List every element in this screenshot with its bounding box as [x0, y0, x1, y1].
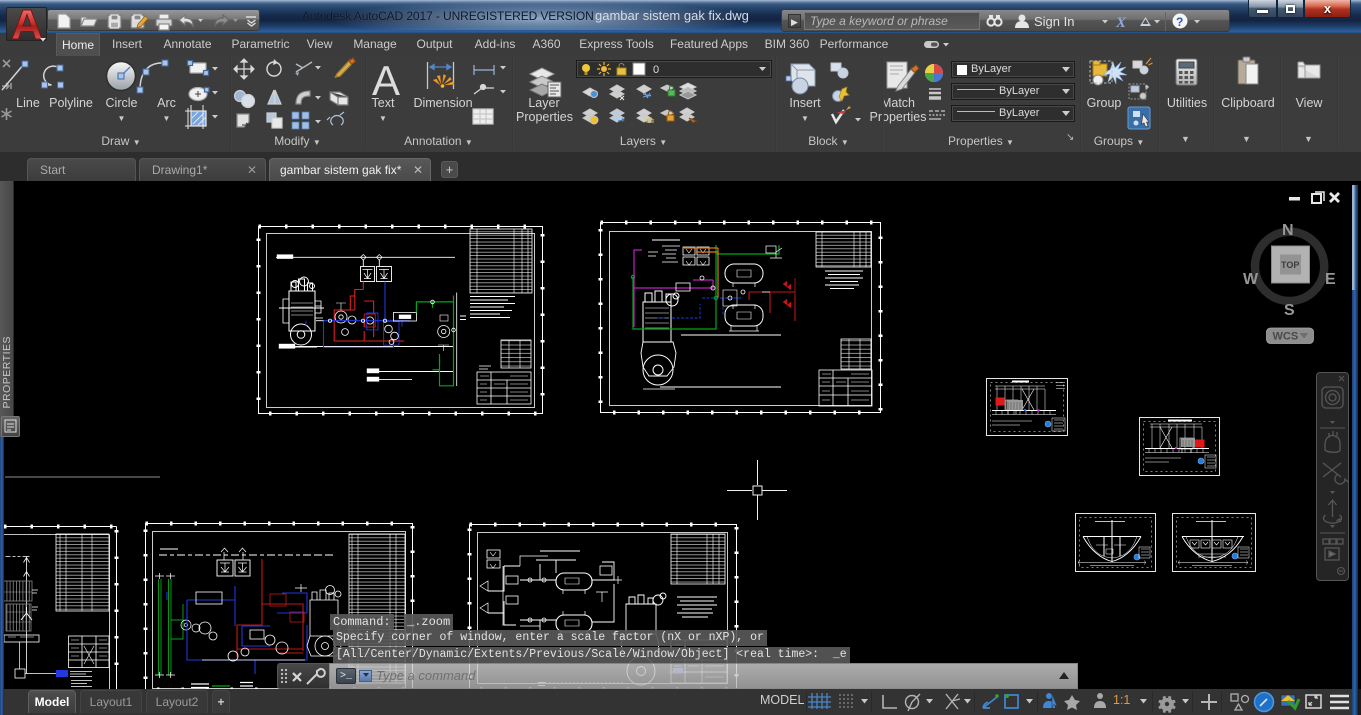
svg-text:N: N	[1282, 222, 1294, 239]
svg-text:E: E	[1325, 271, 1336, 288]
svg-text:X: X	[1115, 15, 1127, 31]
svg-text:?: ?	[1176, 15, 1183, 29]
svg-text:WCS: WCS	[1273, 331, 1299, 343]
svg-text:0: 0	[653, 64, 659, 76]
svg-text:S: S	[1284, 302, 1295, 319]
svg-text:W: W	[1243, 271, 1259, 288]
svg-text:Sign In: Sign In	[1034, 14, 1074, 29]
svg-text:TOP: TOP	[1281, 260, 1299, 270]
